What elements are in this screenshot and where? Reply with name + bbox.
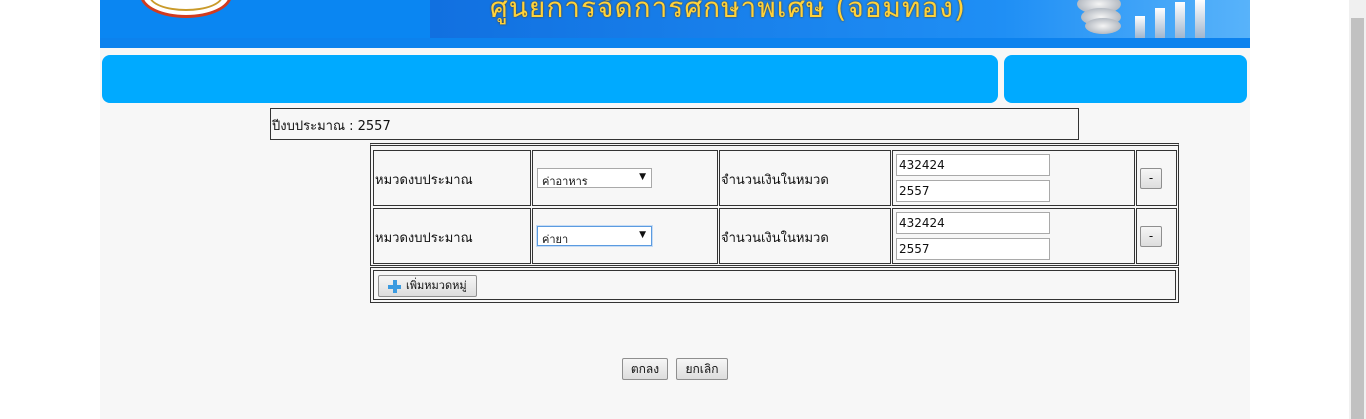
- side-menu-bar[interactable]: [1004, 55, 1247, 103]
- amount-label: จำนวนเงินในหมวด: [721, 231, 829, 246]
- category-selected-value: ค่าอาหาร: [542, 175, 588, 188]
- category-select[interactable]: ค่ายา ▼: [537, 226, 652, 246]
- remove-row-button[interactable]: -: [1140, 226, 1162, 247]
- add-category-label: เพิ่มหมวดหมู่: [406, 279, 467, 292]
- table-row-2-select-cell: ค่ายา ▼: [532, 208, 718, 264]
- chevron-down-icon: ▼: [639, 172, 646, 182]
- amount-input[interactable]: [896, 154, 1050, 176]
- remove-row-button[interactable]: -: [1140, 168, 1162, 189]
- table-row-2-inputs-cell: [892, 208, 1135, 264]
- ok-button[interactable]: ตกลง: [622, 358, 668, 380]
- table-row-1-action-cell: -: [1136, 150, 1177, 206]
- table-row-1-amount-label-cell: จำนวนเงินในหมวด: [719, 150, 891, 206]
- scrollbar-thumb[interactable]: [1351, 18, 1364, 419]
- table-row-1-inputs-cell: [892, 150, 1135, 206]
- table-row-1-label-cell: หมวดงบประมาณ: [373, 150, 531, 206]
- table-row-1-select-cell: ค่าอาหาร ▼: [532, 150, 718, 206]
- category-label: หมวดงบประมาณ: [375, 231, 473, 246]
- year-input[interactable]: [896, 238, 1050, 260]
- amount-input[interactable]: [896, 212, 1050, 234]
- main-menu-bar[interactable]: [102, 55, 998, 103]
- banner-stripe: [100, 38, 1250, 48]
- year-input[interactable]: [896, 180, 1050, 202]
- header-banner: ศูนย์การจัดการศึกษาพิเศษ (จอมทอง): [100, 0, 1250, 48]
- vertical-scrollbar[interactable]: [1349, 0, 1366, 419]
- plus-icon: [388, 280, 401, 293]
- category-select[interactable]: ค่าอาหาร ▼: [537, 168, 652, 188]
- budget-category-table: หมวดงบประมาณ ค่าอาหาร ▼ จำนวนเงินในหมวด …: [370, 143, 1179, 266]
- add-category-cell: เพิ่มหมวดหมู่: [373, 270, 1176, 300]
- category-selected-value: ค่ายา: [542, 233, 569, 246]
- table-row-2-label-cell: หมวดงบประมาณ: [373, 208, 531, 264]
- fiscal-year-box: ปีงบประมาณ : 2557: [270, 108, 1079, 140]
- cancel-button[interactable]: ยกเลิก: [676, 358, 728, 380]
- category-label: หมวดงบประมาณ: [375, 173, 473, 188]
- page-container: ศูนย์การจัดการศึกษาพิเศษ (จอมทอง) ปีงบปร…: [100, 0, 1250, 419]
- fiscal-year-label: ปีงบประมาณ : 2557: [272, 119, 391, 134]
- school-logo: [140, 0, 232, 18]
- table-row-2-action-cell: -: [1136, 208, 1177, 264]
- add-category-button[interactable]: เพิ่มหมวดหมู่: [378, 275, 477, 297]
- coins-graphic: [1075, 0, 1250, 38]
- add-category-box: เพิ่มหมวดหมู่: [370, 267, 1179, 303]
- amount-label: จำนวนเงินในหมวด: [721, 173, 829, 188]
- site-title: ศูนย์การจัดการศึกษาพิเศษ (จอมทอง): [490, 0, 966, 24]
- chevron-down-icon: ▼: [639, 230, 646, 240]
- table-row-2-amount-label-cell: จำนวนเงินในหมวด: [719, 208, 891, 264]
